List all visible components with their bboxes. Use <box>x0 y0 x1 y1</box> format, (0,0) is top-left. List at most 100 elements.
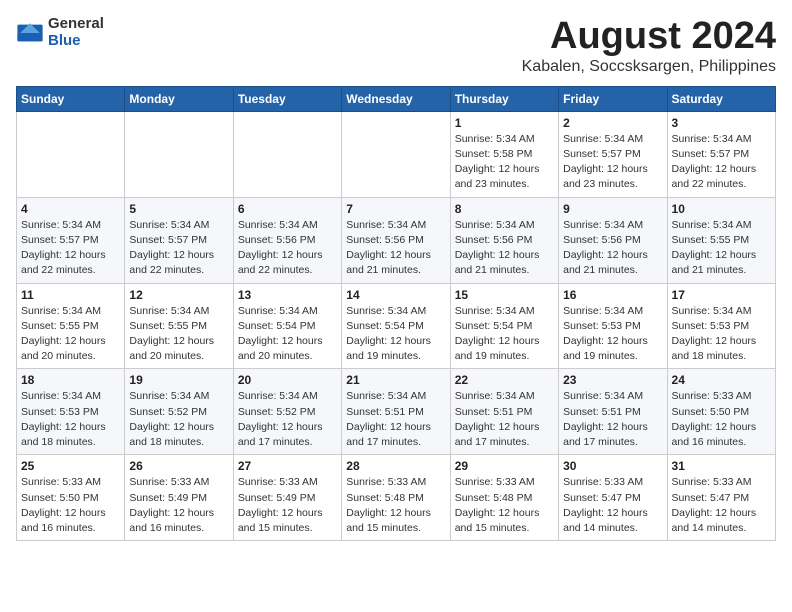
calendar-cell-w1-d1 <box>125 111 233 197</box>
calendar-cell-w2-d6: 10 Sunrise: 5:34 AMSunset: 5:55 PMDaylig… <box>667 197 775 283</box>
calendar-cell-w5-d4: 29 Sunrise: 5:33 AMSunset: 5:48 PMDaylig… <box>450 455 558 541</box>
week-row-2: 4 Sunrise: 5:34 AMSunset: 5:57 PMDayligh… <box>17 197 776 283</box>
col-sunday: Sunday <box>17 86 125 111</box>
day-number: 11 <box>21 288 120 302</box>
title-area: August 2024 Kabalen, Soccsksargen, Phili… <box>522 16 776 76</box>
logo-text: General Blue <box>48 16 104 49</box>
calendar-cell-w5-d5: 30 Sunrise: 5:33 AMSunset: 5:47 PMDaylig… <box>559 455 667 541</box>
day-number: 22 <box>455 373 554 387</box>
day-number: 27 <box>238 459 337 473</box>
calendar-cell-w2-d4: 8 Sunrise: 5:34 AMSunset: 5:56 PMDayligh… <box>450 197 558 283</box>
col-saturday: Saturday <box>667 86 775 111</box>
calendar-cell-w3-d2: 13 Sunrise: 5:34 AMSunset: 5:54 PMDaylig… <box>233 283 341 369</box>
day-number: 9 <box>563 202 662 216</box>
day-info: Sunrise: 5:34 AMSunset: 5:52 PMDaylight:… <box>238 389 337 450</box>
logo-general: General <box>48 16 104 33</box>
calendar-table: Sunday Monday Tuesday Wednesday Thursday… <box>16 86 776 541</box>
day-info: Sunrise: 5:34 AMSunset: 5:55 PMDaylight:… <box>129 304 228 365</box>
day-number: 7 <box>346 202 445 216</box>
day-info: Sunrise: 5:34 AMSunset: 5:53 PMDaylight:… <box>21 389 120 450</box>
day-info: Sunrise: 5:34 AMSunset: 5:57 PMDaylight:… <box>672 132 771 193</box>
day-info: Sunrise: 5:34 AMSunset: 5:51 PMDaylight:… <box>455 389 554 450</box>
day-info: Sunrise: 5:33 AMSunset: 5:49 PMDaylight:… <box>238 475 337 536</box>
day-number: 28 <box>346 459 445 473</box>
calendar-cell-w1-d5: 2 Sunrise: 5:34 AMSunset: 5:57 PMDayligh… <box>559 111 667 197</box>
calendar-cell-w5-d0: 25 Sunrise: 5:33 AMSunset: 5:50 PMDaylig… <box>17 455 125 541</box>
day-number: 26 <box>129 459 228 473</box>
calendar-cell-w2-d5: 9 Sunrise: 5:34 AMSunset: 5:56 PMDayligh… <box>559 197 667 283</box>
day-info: Sunrise: 5:34 AMSunset: 5:55 PMDaylight:… <box>21 304 120 365</box>
week-row-1: 1 Sunrise: 5:34 AMSunset: 5:58 PMDayligh… <box>17 111 776 197</box>
calendar-cell-w4-d0: 18 Sunrise: 5:34 AMSunset: 5:53 PMDaylig… <box>17 369 125 455</box>
calendar-cell-w1-d6: 3 Sunrise: 5:34 AMSunset: 5:57 PMDayligh… <box>667 111 775 197</box>
calendar-cell-w3-d3: 14 Sunrise: 5:34 AMSunset: 5:54 PMDaylig… <box>342 283 450 369</box>
day-number: 24 <box>672 373 771 387</box>
col-monday: Monday <box>125 86 233 111</box>
day-number: 4 <box>21 202 120 216</box>
day-number: 10 <box>672 202 771 216</box>
calendar-cell-w1-d3 <box>342 111 450 197</box>
day-info: Sunrise: 5:34 AMSunset: 5:51 PMDaylight:… <box>346 389 445 450</box>
day-info: Sunrise: 5:33 AMSunset: 5:49 PMDaylight:… <box>129 475 228 536</box>
day-info: Sunrise: 5:33 AMSunset: 5:47 PMDaylight:… <box>563 475 662 536</box>
day-number: 14 <box>346 288 445 302</box>
calendar-cell-w2-d2: 6 Sunrise: 5:34 AMSunset: 5:56 PMDayligh… <box>233 197 341 283</box>
day-number: 21 <box>346 373 445 387</box>
calendar-cell-w5-d6: 31 Sunrise: 5:33 AMSunset: 5:47 PMDaylig… <box>667 455 775 541</box>
calendar-cell-w4-d1: 19 Sunrise: 5:34 AMSunset: 5:52 PMDaylig… <box>125 369 233 455</box>
logo-blue: Blue <box>48 33 104 50</box>
day-info: Sunrise: 5:34 AMSunset: 5:56 PMDaylight:… <box>455 218 554 279</box>
calendar-cell-w3-d6: 17 Sunrise: 5:34 AMSunset: 5:53 PMDaylig… <box>667 283 775 369</box>
day-number: 13 <box>238 288 337 302</box>
day-number: 6 <box>238 202 337 216</box>
calendar-cell-w4-d6: 24 Sunrise: 5:33 AMSunset: 5:50 PMDaylig… <box>667 369 775 455</box>
day-number: 12 <box>129 288 228 302</box>
day-number: 8 <box>455 202 554 216</box>
day-info: Sunrise: 5:33 AMSunset: 5:47 PMDaylight:… <box>672 475 771 536</box>
calendar-cell-w4-d4: 22 Sunrise: 5:34 AMSunset: 5:51 PMDaylig… <box>450 369 558 455</box>
col-wednesday: Wednesday <box>342 86 450 111</box>
day-number: 5 <box>129 202 228 216</box>
day-info: Sunrise: 5:34 AMSunset: 5:52 PMDaylight:… <box>129 389 228 450</box>
col-tuesday: Tuesday <box>233 86 341 111</box>
day-info: Sunrise: 5:34 AMSunset: 5:58 PMDaylight:… <box>455 132 554 193</box>
week-row-4: 18 Sunrise: 5:34 AMSunset: 5:53 PMDaylig… <box>17 369 776 455</box>
col-friday: Friday <box>559 86 667 111</box>
calendar-cell-w5-d1: 26 Sunrise: 5:33 AMSunset: 5:49 PMDaylig… <box>125 455 233 541</box>
day-info: Sunrise: 5:34 AMSunset: 5:54 PMDaylight:… <box>238 304 337 365</box>
day-number: 15 <box>455 288 554 302</box>
calendar-header-row: Sunday Monday Tuesday Wednesday Thursday… <box>17 86 776 111</box>
location-title: Kabalen, Soccsksargen, Philippines <box>522 58 776 76</box>
day-number: 19 <box>129 373 228 387</box>
day-number: 25 <box>21 459 120 473</box>
day-number: 29 <box>455 459 554 473</box>
day-number: 1 <box>455 116 554 130</box>
day-number: 18 <box>21 373 120 387</box>
day-info: Sunrise: 5:34 AMSunset: 5:56 PMDaylight:… <box>563 218 662 279</box>
calendar-cell-w4-d2: 20 Sunrise: 5:34 AMSunset: 5:52 PMDaylig… <box>233 369 341 455</box>
calendar-cell-w5-d3: 28 Sunrise: 5:33 AMSunset: 5:48 PMDaylig… <box>342 455 450 541</box>
day-info: Sunrise: 5:34 AMSunset: 5:57 PMDaylight:… <box>21 218 120 279</box>
week-row-3: 11 Sunrise: 5:34 AMSunset: 5:55 PMDaylig… <box>17 283 776 369</box>
day-number: 17 <box>672 288 771 302</box>
day-info: Sunrise: 5:33 AMSunset: 5:48 PMDaylight:… <box>455 475 554 536</box>
day-info: Sunrise: 5:34 AMSunset: 5:57 PMDaylight:… <box>563 132 662 193</box>
calendar-cell-w5-d2: 27 Sunrise: 5:33 AMSunset: 5:49 PMDaylig… <box>233 455 341 541</box>
day-info: Sunrise: 5:34 AMSunset: 5:53 PMDaylight:… <box>672 304 771 365</box>
logo: General Blue <box>16 16 104 49</box>
logo-icon <box>16 19 44 47</box>
calendar-cell-w3-d4: 15 Sunrise: 5:34 AMSunset: 5:54 PMDaylig… <box>450 283 558 369</box>
calendar-cell-w2-d3: 7 Sunrise: 5:34 AMSunset: 5:56 PMDayligh… <box>342 197 450 283</box>
day-info: Sunrise: 5:34 AMSunset: 5:56 PMDaylight:… <box>238 218 337 279</box>
day-info: Sunrise: 5:34 AMSunset: 5:55 PMDaylight:… <box>672 218 771 279</box>
day-number: 3 <box>672 116 771 130</box>
calendar-cell-w3-d1: 12 Sunrise: 5:34 AMSunset: 5:55 PMDaylig… <box>125 283 233 369</box>
calendar-cell-w3-d5: 16 Sunrise: 5:34 AMSunset: 5:53 PMDaylig… <box>559 283 667 369</box>
calendar-cell-w2-d1: 5 Sunrise: 5:34 AMSunset: 5:57 PMDayligh… <box>125 197 233 283</box>
day-info: Sunrise: 5:34 AMSunset: 5:54 PMDaylight:… <box>455 304 554 365</box>
calendar-cell-w1-d2 <box>233 111 341 197</box>
calendar-cell-w4-d5: 23 Sunrise: 5:34 AMSunset: 5:51 PMDaylig… <box>559 369 667 455</box>
day-number: 31 <box>672 459 771 473</box>
calendar-cell-w1-d0 <box>17 111 125 197</box>
day-info: Sunrise: 5:34 AMSunset: 5:56 PMDaylight:… <box>346 218 445 279</box>
